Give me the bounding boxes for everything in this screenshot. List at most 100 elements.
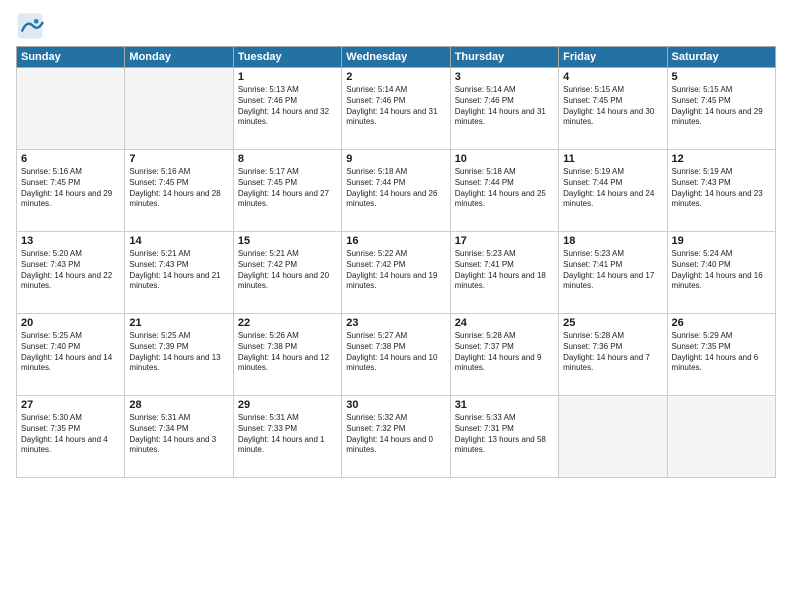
day-number: 20 bbox=[21, 317, 120, 329]
cell-text: Sunrise: 5:25 AMSunset: 7:39 PMDaylight:… bbox=[129, 331, 228, 374]
cell-text: Sunrise: 5:15 AMSunset: 7:45 PMDaylight:… bbox=[672, 85, 771, 128]
day-number: 12 bbox=[672, 153, 771, 165]
cell-text: Sunrise: 5:21 AMSunset: 7:43 PMDaylight:… bbox=[129, 249, 228, 292]
page: SundayMondayTuesdayWednesdayThursdayFrid… bbox=[0, 0, 792, 612]
day-number: 19 bbox=[672, 235, 771, 247]
calendar-cell: 7Sunrise: 5:16 AMSunset: 7:45 PMDaylight… bbox=[125, 150, 233, 232]
cell-text: Sunrise: 5:18 AMSunset: 7:44 PMDaylight:… bbox=[346, 167, 445, 210]
weekday-header-saturday: Saturday bbox=[667, 47, 775, 68]
calendar-cell: 25 Sunrise: 5:28 AMSunset: 7:36 PMDayligh… bbox=[559, 314, 667, 396]
cell-text: Sunrise: 5:14 AMSunset: 7:46 PMDaylight:… bbox=[455, 85, 554, 128]
calendar: SundayMondayTuesdayWednesdayThursdayFrid… bbox=[16, 46, 776, 478]
weekday-header-friday: Friday bbox=[559, 47, 667, 68]
calendar-cell: 1 Sunrise: 5:13 AMSunset: 7:46 PMDaylight… bbox=[233, 68, 341, 150]
day-number: 28 bbox=[129, 399, 228, 411]
cell-text: Sunrise: 5:16 AMSunset: 7:45 PMDaylight:… bbox=[21, 167, 120, 210]
calendar-header: SundayMondayTuesdayWednesdayThursdayFrid… bbox=[17, 47, 776, 68]
weekday-header-sunday: Sunday bbox=[17, 47, 125, 68]
day-number: 7 bbox=[129, 153, 228, 165]
cell-text: Sunrise: 5:20 AMSunset: 7:43 PMDaylight:… bbox=[21, 249, 120, 292]
calendar-cell: 5 Sunrise: 5:15 AMSunset: 7:45 PMDaylight… bbox=[667, 68, 775, 150]
calendar-cell: 29 Sunrise: 5:31 AMSunset: 7:33 PMDayligh… bbox=[233, 396, 341, 478]
cell-text: Sunrise: 5:19 AMSunset: 7:44 PMDaylight:… bbox=[563, 167, 662, 210]
cell-text: Sunrise: 5:23 AMSunset: 7:41 PMDaylight:… bbox=[455, 249, 554, 292]
cell-text: Sunrise: 5:28 AMSunset: 7:36 PMDaylight:… bbox=[563, 331, 662, 374]
calendar-cell bbox=[667, 396, 775, 478]
calendar-cell: 27 Sunrise: 5:30 AMSunset: 7:35 PMDayligh… bbox=[17, 396, 125, 478]
day-number: 24 bbox=[455, 317, 554, 329]
cell-text: Sunrise: 5:19 AMSunset: 7:43 PMDaylight:… bbox=[672, 167, 771, 210]
calendar-cell: 20 Sunrise: 5:25 AMSunset: 7:40 PMDayligh… bbox=[17, 314, 125, 396]
calendar-cell: 30 Sunrise: 5:32 AMSunset: 7:32 PMDayligh… bbox=[342, 396, 450, 478]
cell-text: Sunrise: 5:22 AMSunset: 7:42 PMDaylight:… bbox=[346, 249, 445, 292]
week-row-3: 13Sunrise: 5:20 AMSunset: 7:43 PMDayligh… bbox=[17, 232, 776, 314]
calendar-cell bbox=[17, 68, 125, 150]
day-number: 1 bbox=[238, 71, 337, 83]
week-row-4: 20 Sunrise: 5:25 AMSunset: 7:40 PMDayligh… bbox=[17, 314, 776, 396]
calendar-cell: 28 Sunrise: 5:31 AMSunset: 7:34 PMDayligh… bbox=[125, 396, 233, 478]
weekday-header-tuesday: Tuesday bbox=[233, 47, 341, 68]
day-number: 30 bbox=[346, 399, 445, 411]
cell-text: Sunrise: 5:28 AMSunset: 7:37 PMDaylight:… bbox=[455, 331, 554, 374]
day-number: 5 bbox=[672, 71, 771, 83]
calendar-cell: 17 Sunrise: 5:23 AMSunset: 7:41 PMDayligh… bbox=[450, 232, 558, 314]
cell-text: Sunrise: 5:17 AMSunset: 7:45 PMDaylight:… bbox=[238, 167, 337, 210]
cell-text: Sunrise: 5:25 AMSunset: 7:40 PMDaylight:… bbox=[21, 331, 120, 374]
day-number: 15 bbox=[238, 235, 337, 247]
cell-text: Sunrise: 5:24 AMSunset: 7:40 PMDaylight:… bbox=[672, 249, 771, 292]
day-number: 23 bbox=[346, 317, 445, 329]
day-number: 14 bbox=[129, 235, 228, 247]
day-number: 18 bbox=[563, 235, 662, 247]
day-number: 21 bbox=[129, 317, 228, 329]
week-row-2: 6 Sunrise: 5:16 AMSunset: 7:45 PMDaylight… bbox=[17, 150, 776, 232]
day-number: 25 bbox=[563, 317, 662, 329]
weekday-header-monday: Monday bbox=[125, 47, 233, 68]
day-number: 6 bbox=[21, 153, 120, 165]
calendar-cell: 31Sunrise: 5:33 AMSunset: 7:31 PMDayligh… bbox=[450, 396, 558, 478]
day-number: 17 bbox=[455, 235, 554, 247]
calendar-cell: 15 Sunrise: 5:21 AMSunset: 7:42 PMDayligh… bbox=[233, 232, 341, 314]
cell-text: Sunrise: 5:21 AMSunset: 7:42 PMDaylight:… bbox=[238, 249, 337, 292]
calendar-cell: 6 Sunrise: 5:16 AMSunset: 7:45 PMDaylight… bbox=[17, 150, 125, 232]
day-number: 16 bbox=[346, 235, 445, 247]
calendar-cell: 4 Sunrise: 5:15 AMSunset: 7:45 PMDaylight… bbox=[559, 68, 667, 150]
week-row-1: 1 Sunrise: 5:13 AMSunset: 7:46 PMDaylight… bbox=[17, 68, 776, 150]
weekday-row: SundayMondayTuesdayWednesdayThursdayFrid… bbox=[17, 47, 776, 68]
calendar-cell: 26Sunrise: 5:29 AMSunset: 7:35 PMDayligh… bbox=[667, 314, 775, 396]
calendar-cell: 24 Sunrise: 5:28 AMSunset: 7:37 PMDayligh… bbox=[450, 314, 558, 396]
calendar-cell: 13Sunrise: 5:20 AMSunset: 7:43 PMDayligh… bbox=[17, 232, 125, 314]
calendar-cell: 19 Sunrise: 5:24 AMSunset: 7:40 PMDayligh… bbox=[667, 232, 775, 314]
day-number: 11 bbox=[563, 153, 662, 165]
calendar-cell: 10Sunrise: 5:18 AMSunset: 7:44 PMDayligh… bbox=[450, 150, 558, 232]
day-number: 2 bbox=[346, 71, 445, 83]
cell-text: Sunrise: 5:29 AMSunset: 7:35 PMDaylight:… bbox=[672, 331, 771, 374]
cell-text: Sunrise: 5:31 AMSunset: 7:34 PMDaylight:… bbox=[129, 413, 228, 456]
week-row-5: 27 Sunrise: 5:30 AMSunset: 7:35 PMDayligh… bbox=[17, 396, 776, 478]
weekday-header-thursday: Thursday bbox=[450, 47, 558, 68]
calendar-cell bbox=[125, 68, 233, 150]
cell-text: Sunrise: 5:30 AMSunset: 7:35 PMDaylight:… bbox=[21, 413, 120, 456]
calendar-cell: 9Sunrise: 5:18 AMSunset: 7:44 PMDaylight… bbox=[342, 150, 450, 232]
cell-text: Sunrise: 5:18 AMSunset: 7:44 PMDaylight:… bbox=[455, 167, 554, 210]
calendar-cell: 22 Sunrise: 5:26 AMSunset: 7:38 PMDayligh… bbox=[233, 314, 341, 396]
day-number: 29 bbox=[238, 399, 337, 411]
header bbox=[16, 12, 776, 40]
day-number: 3 bbox=[455, 71, 554, 83]
cell-text: Sunrise: 5:14 AMSunset: 7:46 PMDaylight:… bbox=[346, 85, 445, 128]
calendar-cell: 8Sunrise: 5:17 AMSunset: 7:45 PMDaylight… bbox=[233, 150, 341, 232]
cell-text: Sunrise: 5:13 AMSunset: 7:46 PMDaylight:… bbox=[238, 85, 337, 128]
calendar-cell: 21 Sunrise: 5:25 AMSunset: 7:39 PMDayligh… bbox=[125, 314, 233, 396]
cell-text: Sunrise: 5:23 AMSunset: 7:41 PMDaylight:… bbox=[563, 249, 662, 292]
day-number: 27 bbox=[21, 399, 120, 411]
cell-text: Sunrise: 5:26 AMSunset: 7:38 PMDaylight:… bbox=[238, 331, 337, 374]
cell-text: Sunrise: 5:33 AMSunset: 7:31 PMDaylight:… bbox=[455, 413, 554, 456]
calendar-cell: 16 Sunrise: 5:22 AMSunset: 7:42 PMDayligh… bbox=[342, 232, 450, 314]
logo-icon bbox=[16, 12, 44, 40]
cell-text: Sunrise: 5:32 AMSunset: 7:32 PMDaylight:… bbox=[346, 413, 445, 456]
day-number: 22 bbox=[238, 317, 337, 329]
weekday-header-wednesday: Wednesday bbox=[342, 47, 450, 68]
cell-text: Sunrise: 5:31 AMSunset: 7:33 PMDaylight:… bbox=[238, 413, 337, 456]
day-number: 4 bbox=[563, 71, 662, 83]
cell-text: Sunrise: 5:27 AMSunset: 7:38 PMDaylight:… bbox=[346, 331, 445, 374]
cell-text: Sunrise: 5:15 AMSunset: 7:45 PMDaylight:… bbox=[563, 85, 662, 128]
